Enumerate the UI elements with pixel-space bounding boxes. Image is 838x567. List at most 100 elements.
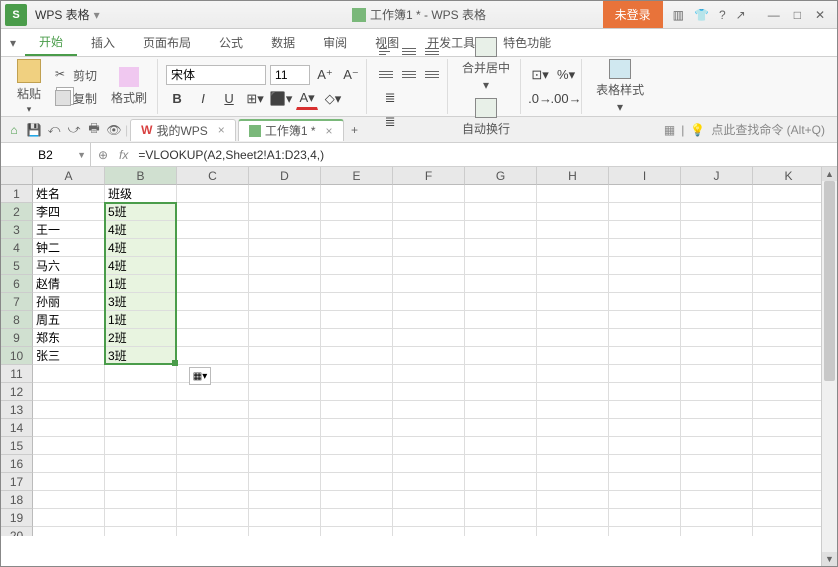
cell[interactable]	[321, 473, 393, 491]
cell[interactable]	[393, 491, 465, 509]
cell[interactable]	[393, 455, 465, 473]
cell[interactable]	[753, 311, 825, 329]
cell[interactable]	[33, 527, 105, 536]
cell[interactable]	[681, 293, 753, 311]
cell[interactable]	[465, 185, 537, 203]
formula-input[interactable]: =VLOOKUP(A2,Sheet2!A1:D23,4,)	[132, 148, 837, 162]
font-select[interactable]	[166, 65, 266, 85]
cell[interactable]	[753, 419, 825, 437]
spreadsheet-grid[interactable]: ABCDEFGHIJK 1234567891011121314151617181…	[1, 167, 837, 536]
share-icon[interactable]: ↗	[736, 8, 746, 22]
dec-decimal-button[interactable]: .00→	[555, 88, 577, 110]
cell[interactable]	[465, 473, 537, 491]
cell[interactable]	[249, 293, 321, 311]
cell[interactable]	[321, 185, 393, 203]
cell[interactable]	[249, 257, 321, 275]
cell[interactable]	[753, 527, 825, 536]
cell[interactable]	[177, 437, 249, 455]
cell[interactable]	[105, 491, 177, 509]
cell[interactable]	[33, 509, 105, 527]
cell[interactable]	[465, 365, 537, 383]
cell[interactable]	[609, 437, 681, 455]
cell[interactable]	[249, 509, 321, 527]
cell[interactable]	[609, 419, 681, 437]
increase-font-button[interactable]: A⁺	[314, 64, 336, 86]
cell[interactable]	[681, 491, 753, 509]
cell[interactable]	[393, 221, 465, 239]
cell[interactable]	[537, 185, 609, 203]
preview-icon[interactable]: 👁	[105, 121, 123, 139]
align-left[interactable]	[375, 63, 397, 85]
close-tab-icon[interactable]: ×	[218, 123, 225, 137]
row-header[interactable]: 3	[1, 221, 33, 239]
decrease-font-button[interactable]: A⁻	[340, 64, 362, 86]
cell[interactable]	[537, 419, 609, 437]
menu-tab-5[interactable]: 审阅	[309, 29, 361, 56]
table-style-button[interactable]: 表格样式▾	[590, 57, 650, 116]
cell[interactable]	[33, 491, 105, 509]
fx-icon[interactable]: fx	[115, 148, 132, 162]
cell[interactable]	[753, 347, 825, 365]
back-icon[interactable]: ⤺	[45, 121, 63, 139]
cell[interactable]	[393, 185, 465, 203]
cell[interactable]	[753, 473, 825, 491]
cell[interactable]	[681, 257, 753, 275]
cell[interactable]: 3班	[105, 347, 177, 365]
cell[interactable]	[681, 509, 753, 527]
cell[interactable]	[537, 455, 609, 473]
cell[interactable]: 张三	[33, 347, 105, 365]
cell[interactable]	[465, 275, 537, 293]
cell[interactable]	[105, 401, 177, 419]
row-header[interactable]: 2	[1, 203, 33, 221]
font-color-button[interactable]: A▾	[296, 88, 318, 110]
cell[interactable]	[105, 419, 177, 437]
cell[interactable]	[177, 203, 249, 221]
home-icon[interactable]: ⌂	[5, 121, 23, 139]
print-icon[interactable]: 🖶	[85, 121, 103, 139]
name-box[interactable]: B2▼	[1, 143, 91, 166]
row-header[interactable]: 5	[1, 257, 33, 275]
cell[interactable]	[177, 257, 249, 275]
cell[interactable]	[537, 527, 609, 536]
cell[interactable]	[609, 347, 681, 365]
row-header[interactable]: 16	[1, 455, 33, 473]
cell[interactable]	[177, 221, 249, 239]
cell[interactable]	[609, 365, 681, 383]
wrap-text-button[interactable]: 自动换行	[456, 96, 516, 139]
cell[interactable]	[465, 239, 537, 257]
close-tab-icon[interactable]: ×	[326, 124, 333, 138]
cell[interactable]	[753, 203, 825, 221]
cell[interactable]	[465, 329, 537, 347]
cell[interactable]	[33, 365, 105, 383]
cell[interactable]: 钟二	[33, 239, 105, 257]
menu-tab-3[interactable]: 公式	[205, 29, 257, 56]
cell[interactable]	[393, 527, 465, 536]
close-button[interactable]: ✕	[815, 8, 825, 22]
scroll-down-icon[interactable]: ▼	[822, 552, 837, 566]
cell[interactable]	[177, 275, 249, 293]
cell[interactable]	[681, 401, 753, 419]
cell[interactable]	[177, 473, 249, 491]
cell[interactable]	[681, 527, 753, 536]
col-header[interactable]: A	[33, 167, 105, 185]
cell[interactable]	[249, 329, 321, 347]
cell[interactable]	[249, 419, 321, 437]
cell[interactable]	[537, 257, 609, 275]
cell[interactable]: 2班	[105, 329, 177, 347]
row-header[interactable]: 19	[1, 509, 33, 527]
cell[interactable]	[177, 491, 249, 509]
cell[interactable]	[393, 473, 465, 491]
menu-dropdown-icon[interactable]: ▾	[1, 36, 25, 50]
cell[interactable]	[393, 311, 465, 329]
cell[interactable]	[465, 527, 537, 536]
row-header[interactable]: 13	[1, 401, 33, 419]
inc-decimal-button[interactable]: .0→	[529, 88, 551, 110]
cell[interactable]	[177, 455, 249, 473]
align-top-right[interactable]	[421, 40, 443, 62]
cell[interactable]	[321, 203, 393, 221]
cell[interactable]	[321, 401, 393, 419]
fwd-icon[interactable]: ⤻	[65, 121, 83, 139]
cell[interactable]	[681, 347, 753, 365]
col-header[interactable]: K	[753, 167, 825, 185]
cell[interactable]: 周五	[33, 311, 105, 329]
